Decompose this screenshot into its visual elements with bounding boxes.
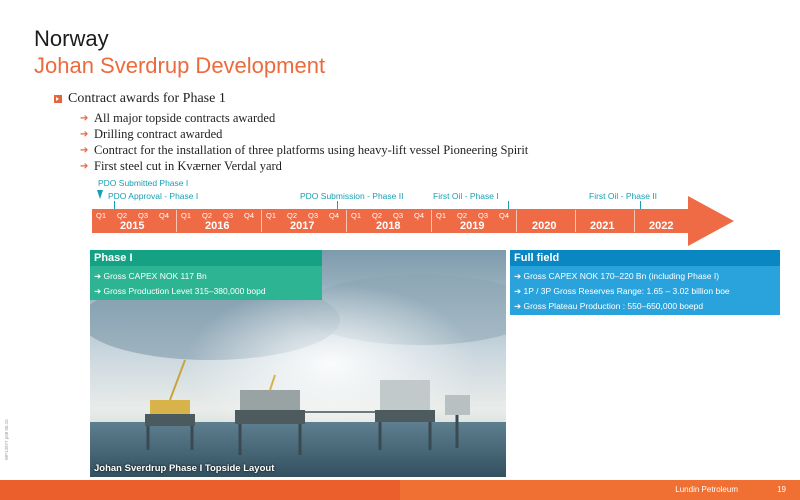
phase1-line-text: Gross Production Levet 315–380,000 bopd — [103, 286, 266, 296]
quarter-label: Q4 — [329, 211, 340, 220]
quarter-label: Q4 — [159, 211, 170, 220]
quarter-label: Q4 — [414, 211, 425, 220]
slide-title: Norway — [34, 26, 109, 51]
year-label: 2017 — [290, 220, 315, 232]
photo-caption: Johan Sverdrup Phase I Topside Layout — [94, 463, 275, 474]
sub-bullet-text: All major topside contracts awarded — [94, 110, 276, 125]
slide-subtitle: Johan Sverdrup Development — [34, 53, 326, 78]
year-label: 2019 — [460, 220, 485, 232]
phase1-line: ➔ Gross CAPEX NOK 117 Bn — [94, 269, 318, 284]
arrow-icon: ➔ — [80, 128, 89, 140]
sub-bullet-text: Contract for the installation of three p… — [94, 142, 529, 157]
arrow-icon: ➔ — [80, 112, 89, 124]
full-field-line: ➔ 1P / 3P Gross Reserves Range: 1.65 – 3… — [514, 284, 776, 299]
year-divider — [176, 210, 177, 232]
milestone-pdo-approval: PDO Approval - Phase I — [108, 191, 199, 201]
year-label: 2022 — [649, 220, 674, 232]
milestone-pdo-submission-2: PDO Submission - Phase II — [300, 191, 404, 201]
sub-bullet-text: First steel cut in Kværner Verdal yard — [94, 158, 282, 173]
year-divider — [261, 210, 262, 232]
full-field-line-text: Gross Plateau Production : 550–650,000 b… — [523, 301, 704, 311]
timeline-arrow-icon — [688, 196, 734, 246]
quarter-label: Q2 — [372, 211, 383, 220]
main-bullet: Contract awards for Phase 1 — [54, 90, 528, 108]
year-label: 2015 — [120, 220, 145, 232]
year-label: 2016 — [205, 220, 230, 232]
arrow-icon: ➔ — [80, 160, 89, 172]
main-bullet-text: Contract awards for Phase 1 — [68, 91, 226, 106]
quarter-label: Q4 — [499, 211, 510, 220]
sub-bullet: ➔ Drilling contract awarded — [80, 126, 528, 142]
quarter-label: Q1 — [266, 211, 277, 220]
milestone-pdo-submitted: PDO Submitted Phase I — [98, 178, 189, 188]
sub-bullet: ➔ All major topside contracts awarded — [80, 110, 528, 126]
sub-bullet-list: ➔ All major topside contracts awarded ➔ Dr… — [80, 110, 528, 174]
arrow-icon: ➔ — [80, 144, 89, 156]
year-divider — [346, 210, 347, 232]
footer-accent — [0, 480, 400, 500]
full-field-header: Full field — [510, 250, 780, 266]
quarter-label: Q3 — [138, 211, 149, 220]
quarter-label: Q2 — [457, 211, 468, 220]
quarter-label: Q3 — [393, 211, 404, 220]
year-label: 2021 — [590, 220, 615, 232]
full-field-line: ➔ Gross Plateau Production : 550–650,000… — [514, 299, 776, 314]
bullet-square-icon — [54, 95, 62, 103]
year-divider — [634, 210, 635, 232]
year-label: 2020 — [532, 220, 557, 232]
full-field-panel: ➔ Gross CAPEX NOK 170–220 Bn (including … — [510, 266, 780, 315]
milestone-first-oil-1: First Oil - Phase I — [433, 191, 499, 201]
footer-bar: Lundin Petroleum 19 — [0, 480, 800, 500]
document-id: WF13977 p08 08.15 — [4, 419, 9, 460]
milestone-marker-icon — [97, 190, 103, 199]
milestone-first-oil-2: First Oil - Phase II — [589, 191, 658, 201]
sub-bullet-text: Drilling contract awarded — [94, 126, 223, 141]
quarter-label: Q3 — [223, 211, 234, 220]
sub-bullet: ➔ Contract for the installation of three … — [80, 142, 528, 158]
quarter-label: Q1 — [96, 211, 107, 220]
full-field-line-text: 1P / 3P Gross Reserves Range: 1.65 – 3.0… — [523, 286, 730, 296]
quarter-label: Q1 — [181, 211, 192, 220]
phase1-line: ➔ Gross Production Levet 315–380,000 bop… — [94, 284, 318, 299]
quarter-label: Q4 — [244, 211, 255, 220]
sub-bullet: ➔ First steel cut in Kværner Verdal yard — [80, 158, 528, 174]
page-number: 19 — [777, 485, 786, 494]
quarter-label: Q1 — [436, 211, 447, 220]
year-divider — [516, 210, 517, 232]
bullet-list: Contract awards for Phase 1 ➔ All major t… — [54, 90, 528, 174]
phase1-line-text: Gross CAPEX NOK 117 Bn — [103, 271, 207, 281]
footer-company: Lundin Petroleum — [675, 485, 738, 494]
year-divider — [575, 210, 576, 232]
quarter-label: Q2 — [117, 211, 128, 220]
full-field-line-text: Gross CAPEX NOK 170–220 Bn (including Ph… — [523, 271, 720, 281]
year-divider — [431, 210, 432, 232]
quarter-label: Q3 — [478, 211, 489, 220]
quarter-label: Q2 — [202, 211, 213, 220]
phase1-panel: ➔ Gross CAPEX NOK 117 Bn ➔ Gross Product… — [90, 266, 322, 300]
full-field-line: ➔ Gross CAPEX NOK 170–220 Bn (including … — [514, 269, 776, 284]
phase1-header: Phase I — [90, 250, 322, 266]
quarter-label: Q3 — [308, 211, 319, 220]
quarter-label: Q1 — [351, 211, 362, 220]
year-label: 2018 — [376, 220, 401, 232]
quarter-label: Q2 — [287, 211, 298, 220]
